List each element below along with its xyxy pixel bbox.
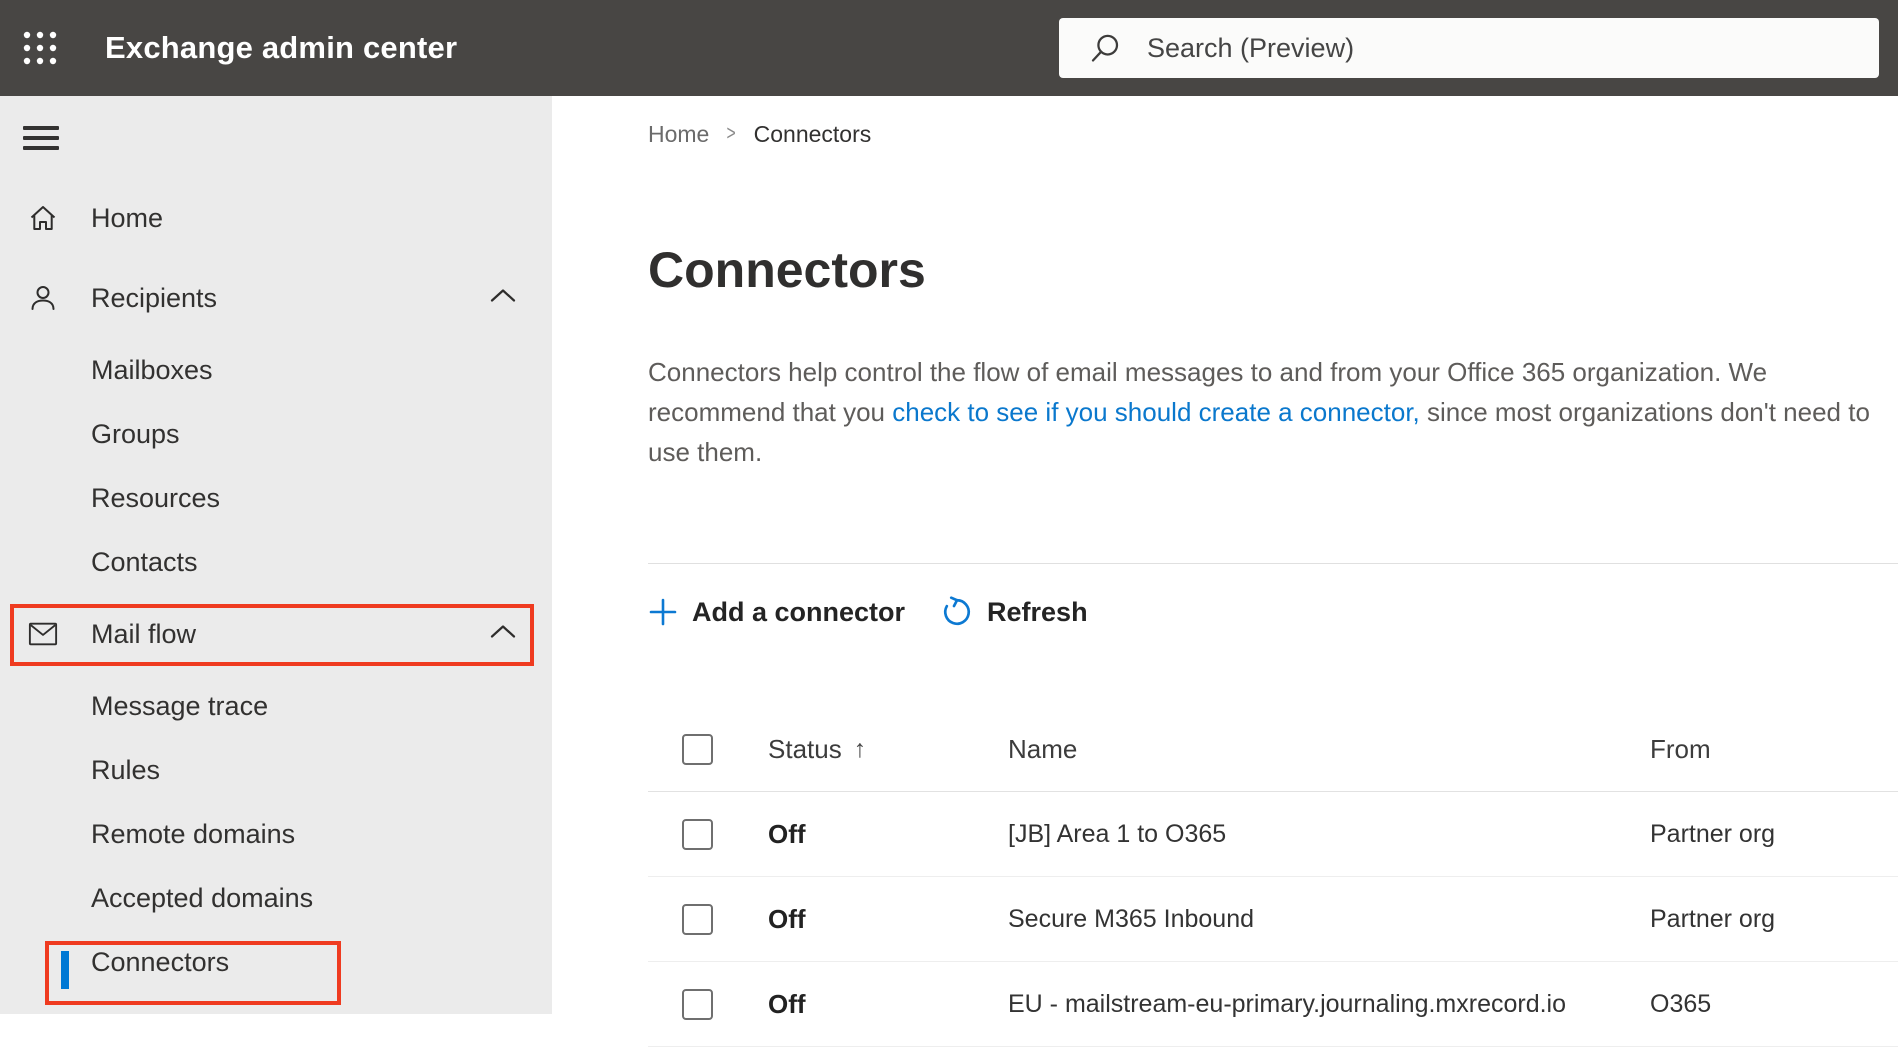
refresh-label: Refresh (987, 596, 1088, 627)
breadcrumb: Home > Connectors (648, 120, 871, 148)
sidebar-nav: Home Recipients Mailboxes Groups Resourc… (0, 96, 552, 1014)
column-header-name: Name (1008, 734, 1650, 765)
add-connector-label: Add a connector (692, 596, 906, 627)
sidebar-item-label: Rules (91, 754, 161, 785)
sidebar-item-label: Accepted domains (91, 882, 314, 913)
row-checkbox-cell (648, 818, 768, 850)
sidebar-item-connectors[interactable]: Connectors (0, 930, 552, 1005)
column-header-label: Name (1008, 734, 1078, 764)
search-box[interactable] (1059, 18, 1879, 78)
sidebar-item-label: Recipients (91, 282, 218, 313)
search-icon (1091, 34, 1119, 62)
sidebar-item-resources[interactable]: Resources (0, 466, 552, 530)
create-connector-check-link[interactable]: check to see if you should create a conn… (892, 397, 1420, 427)
sidebar-item-label: Connectors (91, 946, 230, 977)
select-all-checkbox[interactable] (682, 734, 713, 765)
row-checkbox[interactable] (682, 988, 713, 1020)
sidebar-item-label: Message trace (91, 690, 269, 721)
app-launcher-icon[interactable] (18, 26, 62, 70)
row-checkbox[interactable] (682, 818, 713, 850)
cell-name[interactable]: [JB] Area 1 to O365 (1008, 820, 1650, 849)
hamburger-menu-icon[interactable] (23, 126, 59, 150)
column-header-from: From (1650, 734, 1898, 765)
page-description: Connectors help control the flow of emai… (648, 352, 1880, 472)
breadcrumb-current: Connectors (753, 120, 872, 147)
cell-from: O365 (1650, 989, 1712, 1018)
cell-status: Off (768, 818, 806, 849)
breadcrumb-home-link[interactable]: Home (648, 121, 709, 148)
sidebar-item-mailboxes[interactable]: Mailboxes (0, 338, 552, 402)
sidebar-item-label: Home (91, 202, 164, 233)
person-icon (28, 283, 58, 313)
page-title: Connectors (648, 242, 926, 298)
column-header-label: From (1650, 734, 1711, 764)
sidebar-item-label: Mail flow (91, 618, 197, 649)
sidebar-item-contacts[interactable]: Contacts (0, 530, 552, 594)
row-checkbox-cell (648, 903, 768, 935)
refresh-icon (943, 596, 971, 626)
sidebar-item-label: Resources (91, 482, 221, 513)
table-header-row: Status ↑ Name From (648, 708, 1898, 792)
sidebar-item-remote-domains[interactable]: Remote domains (0, 802, 552, 866)
sidebar-item-label: Contacts (91, 546, 198, 577)
sidebar-item-label: Mailboxes (91, 354, 213, 385)
sidebar-item-label: Groups (91, 418, 180, 449)
search-input[interactable] (1145, 31, 1785, 65)
sidebar-item-recipients[interactable]: Recipients (0, 258, 552, 338)
sidebar-item-home[interactable]: Home (0, 178, 552, 258)
table-row[interactable]: Off Secure M365 Inbound Partner org (648, 877, 1898, 962)
sidebar-item-label: Remote domains (91, 818, 296, 849)
sidebar-item-rules[interactable]: Rules (0, 738, 552, 802)
sidebar-item-mail-flow[interactable]: Mail flow (0, 594, 552, 674)
column-header-status[interactable]: Status ↑ (768, 734, 1008, 765)
mail-icon (28, 619, 58, 649)
sidebar-item-groups[interactable]: Groups (0, 402, 552, 466)
table-row[interactable]: Off EU - mailstream-eu-primary.journalin… (648, 962, 1898, 1047)
sidebar-nav-list: Home Recipients Mailboxes Groups Resourc… (0, 178, 552, 1005)
cell-from: Partner org (1650, 904, 1776, 933)
sidebar-item-message-trace[interactable]: Message trace (0, 674, 552, 738)
cell-name[interactable]: EU - mailstream-eu-primary.journaling.mx… (1008, 990, 1650, 1019)
plus-icon (649, 598, 677, 626)
refresh-button[interactable]: Refresh (941, 596, 1088, 628)
cell-from: Partner org (1650, 819, 1776, 848)
app-header: Exchange admin center (0, 0, 1898, 96)
column-header-label: Status (768, 734, 842, 764)
chevron-up-icon (490, 624, 516, 645)
table-row[interactable]: Off [JB] Area 1 to O365 Partner org (648, 792, 1898, 877)
toolbar-divider (648, 563, 1898, 564)
app-title: Exchange admin center (105, 30, 458, 65)
cell-name[interactable]: Secure M365 Inbound (1008, 905, 1650, 934)
sort-ascending-icon: ↑ (853, 735, 867, 763)
chevron-up-icon (490, 288, 516, 309)
cell-status: Off (768, 988, 806, 1019)
header-checkbox-cell (648, 734, 768, 765)
annotation-box-mail-flow (10, 604, 534, 666)
cell-status: Off (768, 903, 806, 934)
main-content: Home > Connectors Connectors Connectors … (552, 96, 1898, 1047)
breadcrumb-separator-icon: > (726, 122, 737, 145)
add-connector-button[interactable]: Add a connector (648, 597, 905, 628)
row-checkbox[interactable] (682, 903, 713, 935)
waffle-dots (23, 31, 57, 65)
connectors-table: Status ↑ Name From Off [JB] Area 1 to O3… (648, 708, 1898, 1047)
row-checkbox-cell (648, 988, 768, 1020)
selection-indicator (61, 951, 69, 989)
command-bar: Add a connector Refresh (648, 584, 1088, 640)
home-icon (28, 203, 58, 233)
sidebar-item-accepted-domains[interactable]: Accepted domains (0, 866, 552, 930)
